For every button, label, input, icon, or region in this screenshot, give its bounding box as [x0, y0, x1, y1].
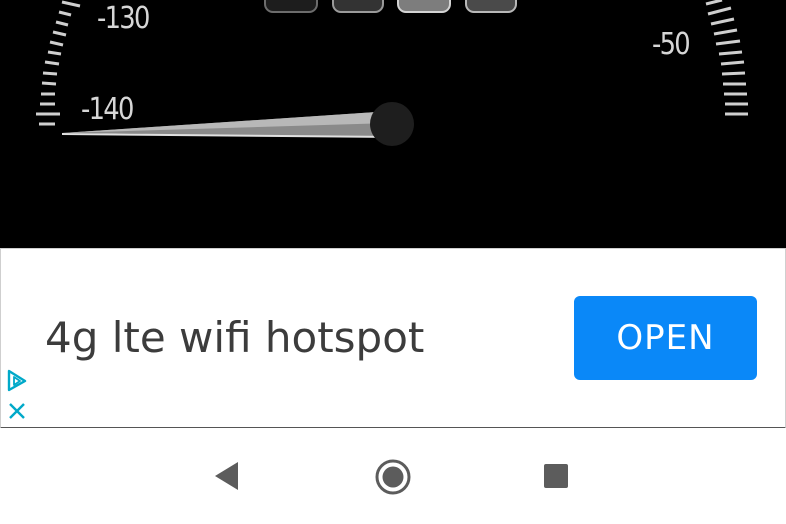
scale-label-minus-130: -130 [97, 1, 150, 36]
gauge-ticks-left [36, 0, 81, 126]
back-button[interactable] [198, 428, 258, 524]
adchoices-icon[interactable] [6, 369, 28, 393]
scale-label-minus-50: -50 [652, 27, 691, 62]
back-icon [215, 462, 238, 490]
ad-banner[interactable]: 4g lte wifi hotspot OPEN [0, 248, 786, 429]
system-navigation-bar [0, 428, 786, 524]
app-screen: -130 -140 -50 4g lte wifi hotspot OPEN [0, 0, 786, 524]
scale-label-minus-140: -140 [81, 92, 134, 127]
home-icon [375, 459, 411, 495]
close-icon[interactable] [7, 401, 27, 421]
home-button[interactable] [363, 428, 423, 524]
recents-icon [544, 464, 568, 488]
open-button[interactable]: OPEN [574, 296, 757, 380]
signal-bars [264, 0, 517, 13]
signal-gauge: -130 -140 -50 [0, 0, 786, 248]
recents-button[interactable] [526, 428, 586, 524]
ad-title[interactable]: 4g lte wifi hotspot [45, 313, 424, 362]
gauge-ticks-right [705, 0, 748, 116]
